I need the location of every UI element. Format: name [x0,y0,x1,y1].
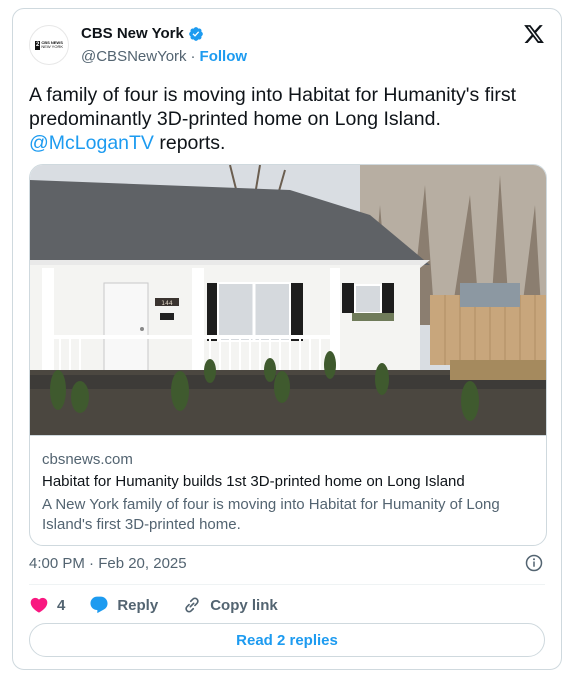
avatar[interactable]: 2 CBS NEWS NEW YORK [29,25,69,65]
house-number: 144 [161,300,173,307]
separator-dot: · [190,48,196,65]
reply-label: Reply [117,596,159,614]
reply-bubble-icon [90,596,108,614]
author-name[interactable]: CBS New York [81,25,184,42]
mention-link[interactable]: @McLoganTV [29,132,154,154]
follow-button[interactable]: Follow [200,48,248,65]
tweet-body: A family of four is moving into Habitat … [29,84,517,130]
author-handle[interactable]: @CBSNewYork [81,48,187,65]
copy-link-icon [185,597,199,613]
reply-button[interactable]: Reply [89,595,158,615]
tweet-suffix: reports. [153,132,226,154]
action-bar: 4 Reply Copy link [29,595,302,615]
author-handle-row: @CBSNewYork · Follow [81,48,247,65]
article-image[interactable]: 144 [30,165,546,435]
read-replies-button[interactable]: Read 2 replies [29,623,545,657]
tweet-embed-card: 2 CBS NEWS NEW YORK CBS New York @CBSNew… [12,8,562,670]
like-count: 4 [57,596,66,614]
author-name-row: CBS New York [81,25,204,42]
heart-icon [30,597,48,613]
verified-badge-icon [188,26,203,41]
link-preview-card[interactable]: 144 cbsnews.com Habitat for Humanity bui… [29,164,547,546]
like-button[interactable]: 4 [29,595,65,615]
divider [29,584,545,585]
tweet-timestamp[interactable]: 4:00 PM · Feb 20, 2025 [29,555,187,572]
link-description: A New York family of four is moving into… [42,496,500,533]
link-preview-info: cbsnews.com Habitat for Humanity builds … [30,435,546,533]
tweet-text: A family of four is moving into Habitat … [29,83,545,155]
copy-link-button[interactable]: Copy link [182,595,278,615]
link-domain: cbsnews.com [42,451,133,468]
copy-link-label: Copy link [210,596,278,614]
x-logo-icon[interactable] [523,23,545,45]
cbs-news-logo: 2 CBS NEWS NEW YORK [34,40,64,50]
info-icon[interactable] [525,554,543,572]
link-title[interactable]: Habitat for Humanity builds 1st 3D-print… [42,473,532,490]
